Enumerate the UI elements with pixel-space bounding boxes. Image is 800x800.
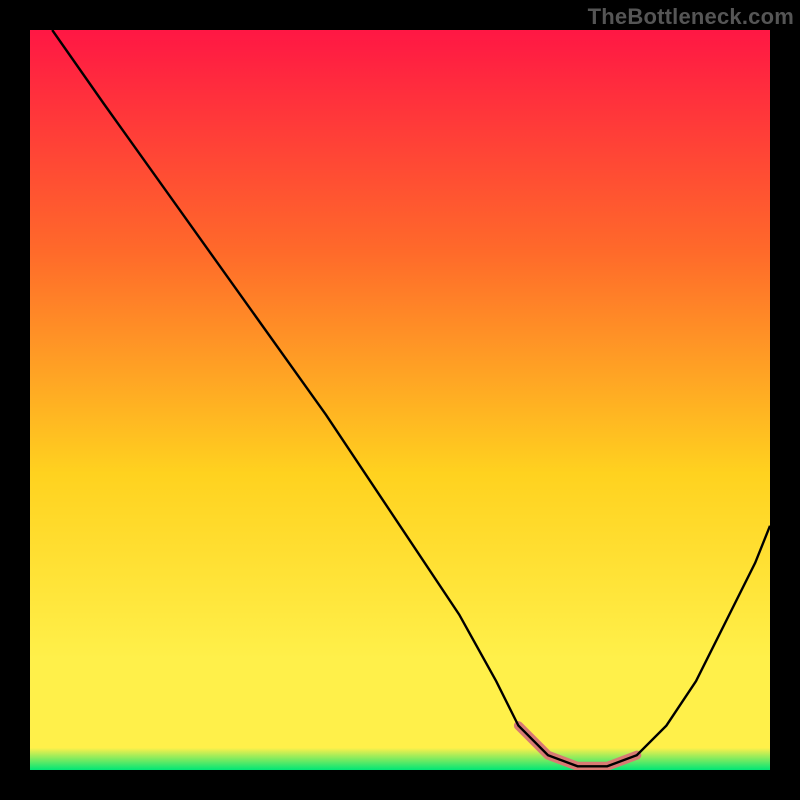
watermark-text: TheBottleneck.com [588,4,794,30]
plot-area [30,30,770,770]
chart-container: { "watermark": "TheBottleneck.com", "col… [0,0,800,800]
gradient-background [30,30,770,770]
chart-svg [30,30,770,770]
